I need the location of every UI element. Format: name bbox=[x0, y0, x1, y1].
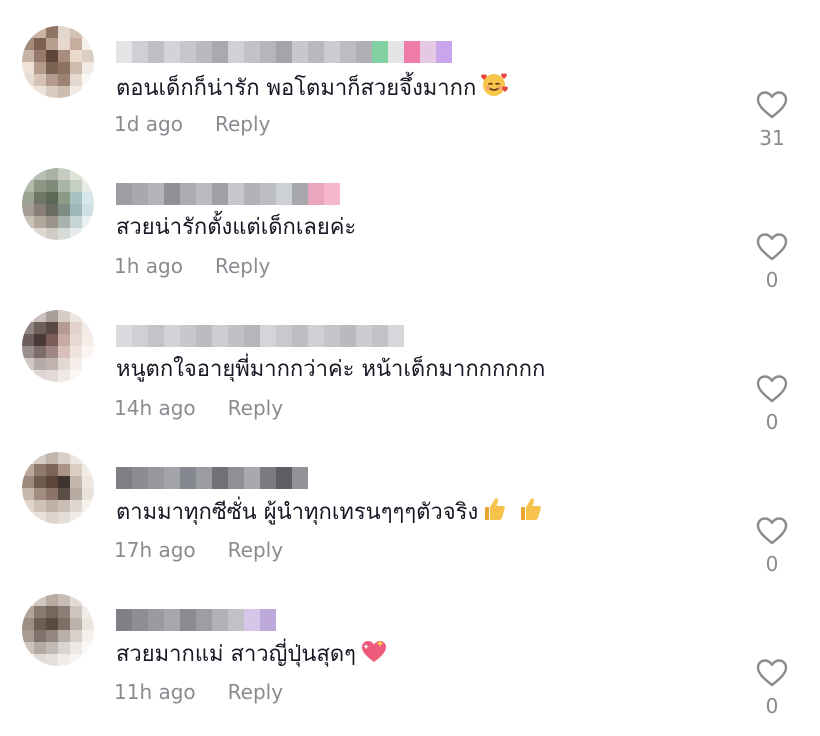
comment-item: สวยมากแม่ สาวญี่ปุ่นสุดๆ 11h ago Reply 0 bbox=[0, 594, 820, 736]
comment-text: ตอนเด็กก็น่ารัก พอโตมาก็สวยจึ้งมากก bbox=[116, 70, 509, 108]
comment-meta: 14h ago Reply bbox=[114, 396, 283, 420]
comment-meta: 1h ago Reply bbox=[114, 254, 270, 278]
reply-button[interactable]: Reply bbox=[228, 538, 283, 562]
comment-item: ตอนเด็กก็น่ารัก พอโตมาก็สวยจึ้งมากก 1d ag… bbox=[0, 26, 820, 168]
smiling-face-with-hearts-emoji-icon bbox=[480, 70, 509, 108]
username-blurred[interactable] bbox=[116, 182, 340, 206]
heart-icon[interactable] bbox=[750, 516, 794, 546]
comment-list: ตอนเด็กก็น่ารัก พอโตมาก็สวยจึ้งมากก 1d ag… bbox=[0, 0, 820, 730]
heart-icon[interactable] bbox=[750, 90, 794, 120]
comment-text-content: สวยน่ารักตั้งแต่เด็กเลยค่ะ bbox=[116, 215, 357, 240]
comment-meta: 11h ago Reply bbox=[114, 680, 283, 704]
username-blurred[interactable] bbox=[116, 466, 308, 490]
username-blurred[interactable] bbox=[116, 40, 452, 64]
comment-timestamp: 17h ago bbox=[114, 538, 196, 562]
comment-item: หนูตกใจอายุพี่มากกว่าค่ะ หน้าเด็กมากกกกก… bbox=[0, 310, 820, 452]
comment-item: ตามมาทุกซีซั่น ผู้นำทุกเทรนๆๆๆตัวจริง 17h… bbox=[0, 452, 820, 594]
like-count: 0 bbox=[765, 410, 779, 434]
thumbs-up-emoji-icon bbox=[518, 496, 542, 532]
like-count: 31 bbox=[759, 126, 785, 150]
thumbs-up-emoji-icon bbox=[482, 496, 506, 532]
reply-button[interactable]: Reply bbox=[228, 396, 283, 420]
avatar[interactable] bbox=[22, 452, 94, 524]
reply-button[interactable]: Reply bbox=[228, 680, 283, 704]
comment-timestamp: 1h ago bbox=[114, 254, 183, 278]
like-count: 0 bbox=[765, 268, 779, 292]
avatar[interactable] bbox=[22, 594, 94, 666]
comment-timestamp: 11h ago bbox=[114, 680, 196, 704]
like-button[interactable]: 0 bbox=[750, 374, 794, 444]
like-button[interactable]: 0 bbox=[750, 232, 794, 302]
comment-timestamp: 1d ago bbox=[114, 112, 183, 136]
comment-text: สวยน่ารักตั้งแต่เด็กเลยค่ะ bbox=[116, 212, 356, 244]
comment-text-content: ตามมาทุกซีซั่น ผู้นำทุกเทรนๆๆๆตัวจริง bbox=[116, 500, 479, 525]
comment-text: หนูตกใจอายุพี่มากกว่าค่ะ หน้าเด็กมากกกกก… bbox=[116, 354, 545, 386]
sparkling-heart-emoji-icon bbox=[360, 638, 388, 674]
like-button[interactable]: 31 bbox=[750, 90, 794, 160]
comment-text-content: ตอนเด็กก็น่ารัก พอโตมาก็สวยจึ้งมากก bbox=[116, 76, 477, 101]
reply-button[interactable]: Reply bbox=[215, 254, 270, 278]
reply-button[interactable]: Reply bbox=[215, 112, 270, 136]
avatar[interactable] bbox=[22, 310, 94, 382]
avatar[interactable] bbox=[22, 168, 94, 240]
like-button[interactable]: 0 bbox=[750, 516, 794, 586]
comment-item: สวยน่ารักตั้งแต่เด็กเลยค่ะ 1h ago Reply 0 bbox=[0, 168, 820, 310]
comment-meta: 17h ago Reply bbox=[114, 538, 283, 562]
username-blurred[interactable] bbox=[116, 608, 276, 632]
comment-text-content: สวยมากแม่ สาวญี่ปุ่นสุดๆ bbox=[116, 642, 356, 667]
like-button[interactable]: 0 bbox=[750, 658, 794, 728]
heart-icon[interactable] bbox=[750, 658, 794, 688]
comment-text: ตามมาทุกซีซั่น ผู้นำทุกเทรนๆๆๆตัวจริง bbox=[116, 496, 542, 532]
comment-timestamp: 14h ago bbox=[114, 396, 196, 420]
avatar[interactable] bbox=[22, 26, 94, 98]
like-count: 0 bbox=[765, 552, 779, 576]
comment-text-content: หนูตกใจอายุพี่มากกว่าค่ะ หน้าเด็กมากกกกก… bbox=[116, 357, 546, 382]
comment-text: สวยมากแม่ สาวญี่ปุ่นสุดๆ bbox=[116, 638, 388, 674]
heart-icon[interactable] bbox=[750, 374, 794, 404]
username-blurred[interactable] bbox=[116, 324, 404, 348]
comment-meta: 1d ago Reply bbox=[114, 112, 270, 136]
like-count: 0 bbox=[765, 694, 779, 718]
heart-icon[interactable] bbox=[750, 232, 794, 262]
